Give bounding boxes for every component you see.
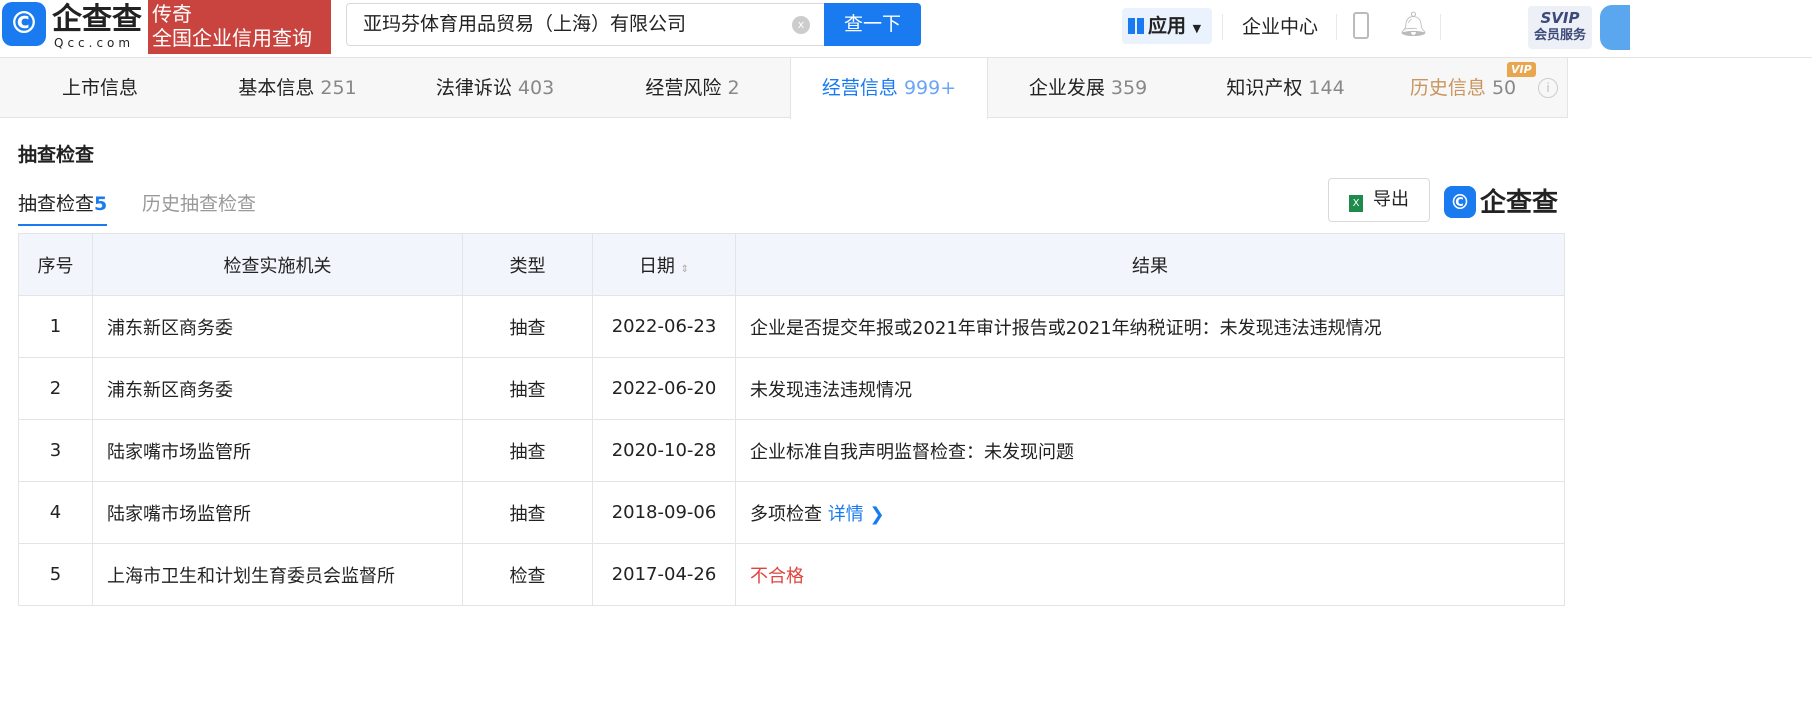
cell-no: 2	[18, 357, 93, 420]
col-org: 检查实施机关	[92, 233, 463, 296]
cell-type: 抽查	[462, 481, 593, 544]
cell-date: 2018-09-06	[592, 481, 736, 544]
tab-development[interactable]: 企业发展 359	[988, 58, 1188, 118]
table-row: 5 上海市卫生和计划生育委员会监督所 检查 2017-04-26 不合格	[18, 543, 1565, 606]
cell-type: 抽查	[462, 357, 593, 420]
clear-icon[interactable]: x	[792, 16, 810, 34]
chevron-right-icon: ❯	[863, 503, 885, 525]
cell-org: 陆家嘴市场监管所	[92, 419, 463, 482]
cell-date: 2017-04-26	[592, 543, 736, 606]
slogan-line1: 传奇	[152, 2, 192, 26]
export-button[interactable]: X 导出	[1328, 178, 1430, 222]
cell-type: 抽查	[462, 295, 593, 358]
apps-label: 应用	[1148, 15, 1187, 37]
cell-type: 抽查	[462, 419, 593, 482]
avatar[interactable]	[1600, 5, 1630, 50]
svip-sub: 会员服务	[1533, 28, 1586, 43]
cell-no: 5	[18, 543, 93, 606]
cell-date: 2020-10-28	[592, 419, 736, 482]
caret-down-icon: ▼	[1192, 22, 1202, 35]
info-icon[interactable]: i	[1538, 78, 1558, 98]
svip-label: SVIP	[1540, 9, 1580, 27]
bell-icon[interactable]: 🔔︎	[1398, 10, 1428, 38]
tab-legal[interactable]: 法律诉讼 403	[395, 58, 595, 118]
cell-date: 2022-06-23	[592, 295, 736, 358]
cell-org: 上海市卫生和计划生育委员会监督所	[92, 543, 463, 606]
tab-operations[interactable]: 经营信息 999+	[790, 58, 988, 119]
col-date[interactable]: 日期 ⇕	[592, 233, 736, 296]
cell-type: 检查	[462, 543, 593, 606]
brand-watermark-logo: © 企查查	[1444, 182, 1558, 219]
table-row: 1 浦东新区商务委 抽查 2022-06-23 企业是否提交年报或2021年审计报告或2…	[18, 295, 1565, 358]
tab-ip[interactable]: 知识产权 144	[1188, 58, 1383, 118]
logo-text[interactable]: 企查查	[52, 2, 142, 38]
cell-org: 陆家嘴市场监管所	[92, 481, 463, 544]
enterprise-center-link[interactable]: 企业中心	[1242, 12, 1318, 39]
divider	[1222, 14, 1223, 40]
cell-result: 企业是否提交年报或2021年审计报告或2021年纳税证明：未发现违法违规情况	[735, 295, 1565, 358]
divider	[1440, 14, 1441, 40]
apps-menu[interactable]: 应用 ▼	[1122, 8, 1212, 44]
cell-result-fail: 不合格	[735, 543, 1565, 606]
cell-result: 多项检查 详情 ❯	[735, 481, 1565, 544]
cell-org: 浦东新区商务委	[92, 295, 463, 358]
nav-tabs: 上市信息 基本信息 251 法律诉讼 403 经营风险 2 经营信息 999+ …	[0, 58, 1568, 119]
cell-no: 3	[18, 419, 93, 482]
subtab-inspection[interactable]: 抽查检查5	[18, 189, 108, 226]
search-button[interactable]: 查一下	[824, 3, 921, 46]
col-result: 结果	[735, 233, 1565, 296]
cell-no: 4	[18, 481, 93, 544]
subtab-history-inspection[interactable]: 历史抽查检查	[142, 189, 256, 216]
col-no: 序号	[18, 233, 93, 296]
cell-result: 企业标准自我声明监督检查：未发现问题	[735, 419, 1565, 482]
svip-button[interactable]: SVIP 会员服务	[1528, 6, 1592, 49]
details-link[interactable]: 详情 ❯	[828, 504, 885, 525]
table-row: 3 陆家嘴市场监管所 抽查 2020-10-28 企业标准自我声明监督检查：未发现问题	[18, 419, 1565, 482]
slogan-banner: 传奇 全国企业信用查询	[148, 0, 331, 54]
qcc-logo-icon[interactable]: ©	[2, 2, 46, 46]
search-input[interactable]: 亚玛芬体育用品贸易（上海）有限公司	[346, 3, 826, 46]
phone-icon[interactable]	[1353, 12, 1369, 39]
section-title: 抽查检查	[18, 144, 95, 166]
cell-result: 未发现违法违规情况	[735, 357, 1565, 420]
cell-no: 1	[18, 295, 93, 358]
tab-risk[interactable]: 经营风险 2	[595, 58, 790, 118]
excel-icon: X	[1349, 195, 1363, 212]
vip-badge: VIP	[1507, 62, 1536, 77]
tab-basic[interactable]: 基本信息 251	[200, 58, 395, 118]
table-header: 序号 检查实施机关 类型 日期 ⇕ 结果	[18, 233, 1565, 296]
cell-org: 浦东新区商务委	[92, 357, 463, 420]
sort-icon: ⇕	[680, 263, 690, 275]
col-type: 类型	[462, 233, 593, 296]
logo-sub: Qcc.com	[54, 36, 135, 50]
tab-listing[interactable]: 上市信息	[0, 58, 200, 118]
cell-date: 2022-06-20	[592, 357, 736, 420]
table-row: 2 浦东新区商务委 抽查 2022-06-20 未发现违法违规情况	[18, 357, 1565, 420]
grid-icon	[1128, 18, 1144, 34]
table-row: 4 陆家嘴市场监管所 抽查 2018-09-06 多项检查 详情 ❯	[18, 481, 1565, 544]
divider	[1336, 14, 1337, 40]
inspection-table: 序号 检查实施机关 类型 日期 ⇕ 结果 1 浦东新区商务委 抽查 2022-06-2…	[18, 233, 1565, 606]
slogan-line2: 全国企业信用查询	[152, 26, 312, 50]
